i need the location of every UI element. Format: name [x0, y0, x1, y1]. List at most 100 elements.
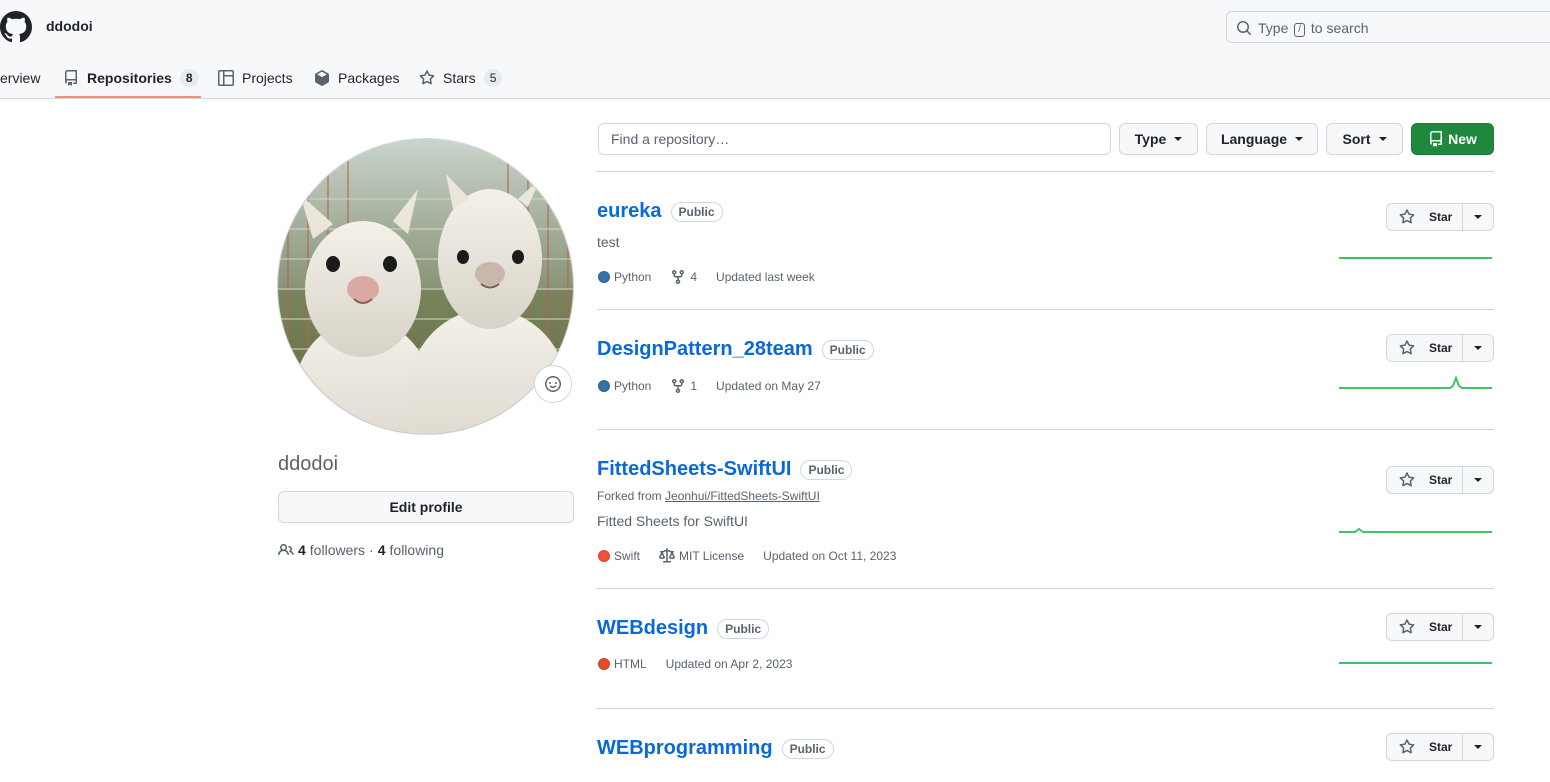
repo-updated: Updated on May 27	[716, 379, 821, 393]
star-icon	[1399, 209, 1415, 224]
repo-language: Python	[598, 270, 651, 284]
fork-icon	[672, 270, 685, 285]
star-list-dropdown[interactable]	[1463, 614, 1493, 640]
repo-item-webprogramming: WEBprogramming Public	[597, 737, 834, 760]
repo-name-link[interactable]: WEBdesign	[597, 617, 708, 640]
sort-button[interactable]: Sort	[1326, 123, 1403, 155]
repo-description: Fitted Sheets for SwiftUI	[597, 513, 748, 529]
divider	[597, 588, 1494, 589]
repo-icon	[1430, 131, 1443, 147]
tab-overview[interactable]: erview	[0, 56, 40, 99]
search-hint: Type / to search	[1258, 20, 1369, 37]
repo-language: Swift	[598, 549, 640, 563]
people-icon	[278, 543, 294, 556]
github-logo-icon[interactable]	[0, 11, 32, 43]
repo-name-link[interactable]: DesignPattern_28team	[597, 338, 813, 361]
repo-item-webdesign: WEBdesign Public	[597, 617, 770, 640]
tab-packages[interactable]: Packages	[314, 56, 399, 99]
chevron-down-icon	[1474, 625, 1482, 629]
package-icon	[315, 69, 329, 86]
tab-repositories-count: 8	[179, 68, 199, 87]
chevron-down-icon	[1378, 137, 1387, 141]
repo-forks[interactable]: 4	[670, 269, 697, 285]
visibility-badge: Public	[717, 618, 770, 639]
edit-profile-button[interactable]: Edit profile	[278, 491, 574, 523]
global-search[interactable]: Type / to search	[1226, 11, 1550, 43]
star-list-dropdown[interactable]	[1463, 335, 1493, 361]
repo-meta: Python 1 Updated on May 27	[598, 378, 840, 394]
repo-updated: Updated on Oct 11, 2023	[763, 549, 897, 563]
star-button[interactable]: Star	[1387, 614, 1463, 640]
language-color-dot	[598, 658, 610, 670]
find-repository-input[interactable]	[598, 123, 1111, 155]
star-icon	[1399, 739, 1415, 754]
repo-name-link[interactable]: WEBprogramming	[597, 737, 773, 760]
star-button-group: Star	[1386, 466, 1494, 494]
repo-language: HTML	[598, 657, 647, 671]
star-list-dropdown[interactable]	[1463, 734, 1493, 760]
follow-stats: 4 followers · 4 following	[278, 542, 444, 558]
header-username[interactable]: ddodoi	[46, 18, 93, 34]
star-button-group: Star	[1386, 334, 1494, 362]
tab-stars-count: 5	[483, 68, 503, 87]
avatar[interactable]	[277, 138, 574, 435]
star-button-group: Star	[1386, 733, 1494, 761]
divider	[597, 429, 1494, 430]
visibility-badge: Public	[781, 738, 834, 759]
repo-updated: Updated last week	[716, 270, 815, 284]
star-button-group: Star	[1386, 613, 1494, 641]
divider	[597, 171, 1494, 172]
language-filter-button[interactable]: Language	[1206, 123, 1318, 155]
repo-name-link[interactable]: FittedSheets-SwiftUI	[597, 458, 791, 481]
selected-tab-indicator	[55, 96, 201, 98]
follow-separator: ·	[369, 542, 374, 558]
star-button-group: Star	[1386, 203, 1494, 231]
tab-packages-label: Packages	[338, 69, 400, 86]
repo-description: test	[597, 234, 620, 250]
fork-icon	[672, 379, 685, 394]
repo-meta: Python 4 Updated last week	[598, 269, 834, 285]
repo-language: Python	[598, 379, 651, 393]
star-button[interactable]: Star	[1387, 335, 1463, 361]
star-list-dropdown[interactable]	[1463, 204, 1493, 230]
tab-repositories[interactable]: Repositories 8	[63, 56, 199, 99]
star-button[interactable]: Star	[1387, 467, 1463, 493]
repo-item-designpattern: DesignPattern_28team Public	[597, 338, 874, 361]
law-icon	[659, 548, 676, 563]
set-status-button[interactable]	[534, 365, 572, 403]
star-icon	[1399, 472, 1415, 487]
followers-link[interactable]: 4 followers	[298, 542, 365, 558]
star-button[interactable]: Star	[1387, 734, 1463, 760]
tab-stars[interactable]: Stars 5	[419, 56, 503, 99]
star-button[interactable]: Star	[1387, 204, 1463, 230]
star-list-dropdown[interactable]	[1463, 467, 1493, 493]
star-icon	[1399, 619, 1415, 634]
language-color-dot	[598, 550, 610, 562]
repo-forks[interactable]: 1	[670, 378, 697, 394]
forked-from-link[interactable]: Jeonhui/FittedSheets-SwiftUI	[665, 489, 820, 503]
search-icon	[1237, 21, 1251, 35]
language-color-dot	[598, 380, 610, 392]
repo-item-fittedsheets: FittedSheets-SwiftUI Public	[597, 458, 853, 481]
profile-header: ddodoi Type / to search erview Repositor…	[0, 0, 1550, 99]
repo-license: MIT License	[659, 548, 744, 564]
tab-projects[interactable]: Projects	[218, 56, 293, 99]
table-icon	[218, 69, 234, 86]
repo-item-eureka: eureka Public	[597, 200, 723, 223]
profile-username: ddodoi	[278, 453, 339, 475]
type-filter-button[interactable]: Type	[1119, 123, 1198, 155]
tab-overview-label: erview	[0, 69, 41, 86]
new-repository-button[interactable]: New	[1411, 123, 1494, 155]
smiley-icon	[545, 376, 561, 392]
language-color-dot	[598, 271, 610, 283]
repo-name-link[interactable]: eureka	[597, 200, 662, 223]
visibility-badge: Public	[670, 201, 723, 222]
divider	[597, 309, 1494, 310]
chevron-down-icon	[1474, 346, 1482, 350]
activity-sparkline	[1339, 257, 1492, 259]
tab-stars-label: Stars	[443, 69, 476, 86]
visibility-badge: Public	[821, 339, 874, 360]
repo-icon	[65, 69, 77, 86]
following-link[interactable]: 4 following	[378, 542, 444, 558]
visibility-badge: Public	[800, 459, 853, 480]
